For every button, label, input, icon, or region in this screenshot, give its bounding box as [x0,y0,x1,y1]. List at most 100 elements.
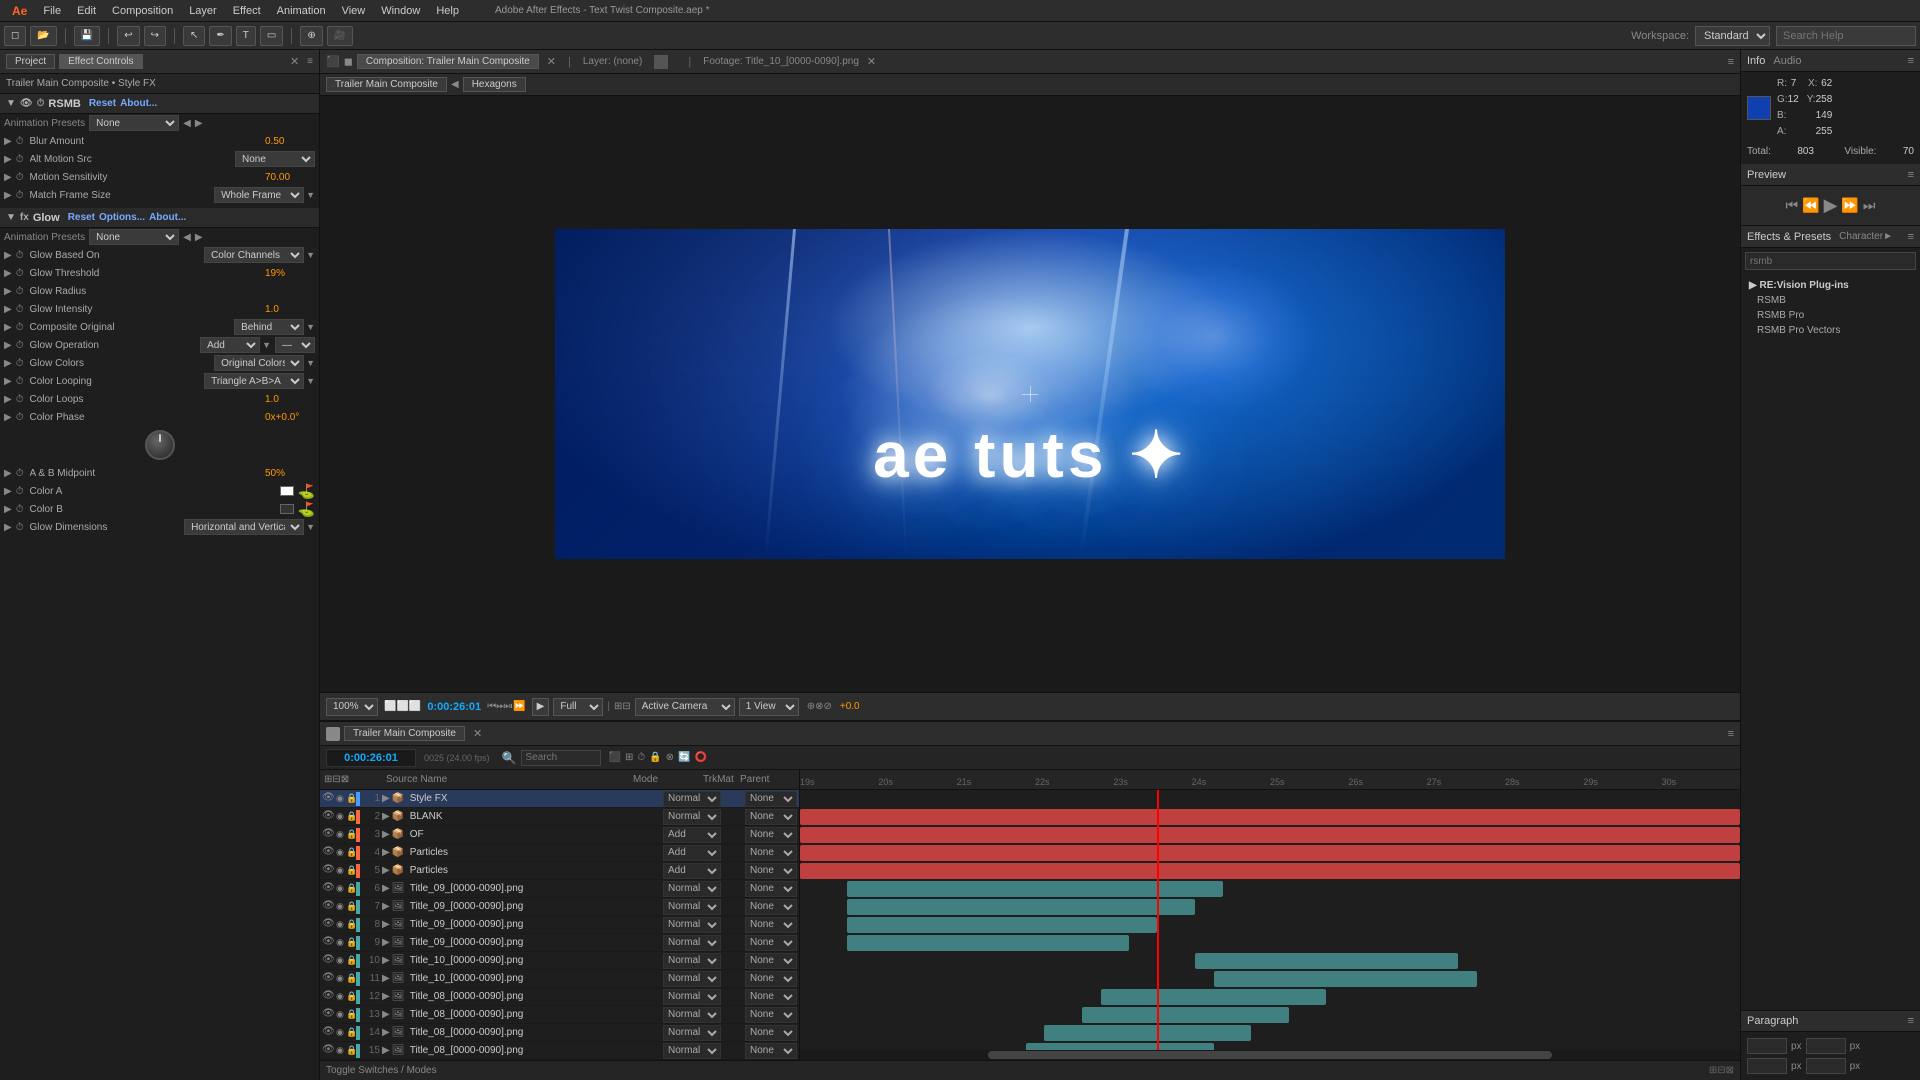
rsmb-anim-right-btn[interactable]: ▶ [195,118,203,129]
glow-operation-stopwatch[interactable]: ⏱ [16,340,24,351]
viewer-ram-preview[interactable]: ▶ [532,698,550,716]
layer-eye-7[interactable]: 👁 [322,900,336,914]
layer-lock-13[interactable]: 🔒 [346,1009,356,1020]
glow-dimensions-select[interactable]: Horizontal and Vertical [184,519,304,535]
color-a-swatch[interactable] [280,486,294,496]
layer-expand-14[interactable]: ▶ [382,1027,390,1038]
tool-shape[interactable]: ▭ [260,26,283,46]
layer-expand-5[interactable]: ▶ [382,865,390,876]
layer-parent-3[interactable]: None [745,827,797,843]
timeline-teal-bar-7[interactable] [1082,1007,1289,1023]
layer-solo-4[interactable]: ◉ [336,847,346,858]
timeline-close[interactable]: ✕ [473,727,482,740]
ab-midpoint-value[interactable]: 50% [265,468,315,479]
glow-colors-stopwatch[interactable]: ⏱ [16,358,24,369]
layer-mode-9[interactable]: NormalAddMultiplyScreen [663,935,721,951]
layer-solo-15[interactable]: ◉ [336,1045,346,1056]
layer-expand-10[interactable]: ▶ [382,955,390,966]
layer-eye-4[interactable]: 👁 [322,846,336,860]
color-preview-swatch[interactable] [1747,96,1771,120]
layer-solo-11[interactable]: ◉ [336,973,346,984]
layer-mode-1[interactable]: NormalAddMultiplyScreen [663,791,721,807]
layer-mode-8[interactable]: NormalAddMultiplyScreen [663,917,721,933]
layer-mode-14[interactable]: NormalAddMultiplyScreen [663,1025,721,1041]
timeline-teal-bar-3[interactable] [847,935,1129,951]
save-btn[interactable]: 💾 [74,26,100,46]
menu-help[interactable]: Help [428,3,467,19]
glow-options-btn[interactable]: Options... [99,212,145,223]
timeline-ctrl-btn7[interactable]: ⭕ [694,752,706,763]
layer-lock-10[interactable]: 🔒 [346,955,356,966]
timeline-search-input[interactable] [521,750,601,766]
color-b-swatch[interactable] [280,504,294,514]
layer-row-10[interactable]: 👁 ◉ 🔒 10 ▶ 🖼 Title_10_[0000-0090].png No… [320,952,799,970]
layer-row-6[interactable]: 👁 ◉ 🔒 6 ▶ 🖼 Title_09_[0000-0090].png Nor… [320,880,799,898]
color-phase-value[interactable]: 0x+0.0° [265,412,315,423]
layer-name-5[interactable]: Particles [410,865,663,876]
rsmb-anim-preset-select[interactable]: None [89,115,179,131]
layer-lock-11[interactable]: 🔒 [346,973,356,984]
character-tab[interactable]: Character► [1839,231,1893,242]
layer-parent-11[interactable]: None [745,971,797,987]
paragraph-px-input-2[interactable] [1806,1038,1846,1054]
layer-name-13[interactable]: Title_08_[0000-0090].png [410,1009,663,1020]
layer-parent-13[interactable]: None [745,1007,797,1023]
glow-section-header[interactable]: ▼ fx Glow Reset Options... About... [0,208,319,228]
layer-row-12[interactable]: 👁 ◉ 🔒 12 ▶ 🖼 Title_08_[0000-0090].png No… [320,988,799,1006]
layer-row-5[interactable]: 👁 ◉ 🔒 5 ▶ 📦 Particles NormalAddMultiplyS… [320,862,799,880]
workspace-select[interactable]: Standard [1695,26,1770,46]
layer-expand-4[interactable]: ▶ [382,847,390,858]
color-loops-stopwatch[interactable]: ⏱ [16,394,24,405]
timeline-teal-bar-8[interactable] [1044,1025,1251,1041]
timeline-bar-layer-5[interactable] [800,863,1740,879]
menu-effect[interactable]: Effect [225,3,269,19]
timeline-ctrl-btn3[interactable]: ⏱ [637,752,645,763]
timeline-playhead[interactable] [1157,790,1159,1050]
layer-row-14[interactable]: 👁 ◉ 🔒 14 ▶ 🖼 Title_08_[0000-0090].png No… [320,1024,799,1042]
layer-eye-8[interactable]: 👁 [322,918,336,932]
effects-search-input[interactable] [1745,252,1916,270]
new-btn[interactable]: ◻ [4,26,26,46]
timeline-scrollbar-h[interactable] [800,1050,1740,1060]
layer-expand-1[interactable]: ▶ [382,793,390,804]
glow-anim-preset-select[interactable]: None [89,229,179,245]
layer-solo-13[interactable]: ◉ [336,1009,346,1020]
layer-parent-14[interactable]: None [745,1025,797,1041]
timeline-bar-layer-2[interactable] [800,809,1740,825]
layer-name-1[interactable]: Style FX [410,793,663,804]
layer-parent-4[interactable]: None [745,845,797,861]
glow-operation-select[interactable]: Add [200,337,260,353]
layer-solo-2[interactable]: ◉ [336,811,346,822]
info-panel-menu[interactable]: ≡ [1908,55,1914,67]
layer-eye-1[interactable]: 👁 [322,792,336,806]
layer-solo-7[interactable]: ◉ [336,901,346,912]
tool-pen[interactable]: ✒ [209,26,231,46]
layer-solo-10[interactable]: ◉ [336,955,346,966]
timeline-bar-layer-3[interactable] [800,827,1740,843]
layer-eye-12[interactable]: 👁 [322,990,336,1004]
layer-name-11[interactable]: Title_10_[0000-0090].png [410,973,663,984]
toggle-switches-btn[interactable]: Toggle Switches / Modes [326,1065,437,1076]
layer-name-9[interactable]: Title_09_[0000-0090].png [410,937,663,948]
layer-mode-5[interactable]: NormalAddMultiplyScreen [663,863,721,879]
layer-eye-13[interactable]: 👁 [322,1008,336,1022]
scrollbar-thumb[interactable] [988,1051,1552,1059]
color-a-stopwatch[interactable]: ⏱ [16,486,24,497]
color-phase-dial[interactable] [145,430,175,460]
layer-eye-2[interactable]: 👁 [322,810,336,824]
layer-parent-10[interactable]: None [745,953,797,969]
layer-name-15[interactable]: Title_08_[0000-0090].png [410,1045,663,1056]
layer-mode-11[interactable]: NormalAddMultiplyScreen [663,971,721,987]
layer-name-2[interactable]: BLANK [410,811,663,822]
layer-mode-6[interactable]: NormalAddMultiplyScreen [663,881,721,897]
layer-expand-11[interactable]: ▶ [382,973,390,984]
menu-composition[interactable]: Composition [104,3,181,19]
layer-solo-9[interactable]: ◉ [336,937,346,948]
glow-intensity-value[interactable]: 1.0 [265,304,315,315]
layer-parent-8[interactable]: None [745,917,797,933]
layer-parent-6[interactable]: None [745,881,797,897]
layer-solo-6[interactable]: ◉ [336,883,346,894]
layer-mode-4[interactable]: NormalAddMultiplyScreen [663,845,721,861]
layer-lock-12[interactable]: 🔒 [346,991,356,1002]
glow-about-btn[interactable]: About... [149,212,186,223]
